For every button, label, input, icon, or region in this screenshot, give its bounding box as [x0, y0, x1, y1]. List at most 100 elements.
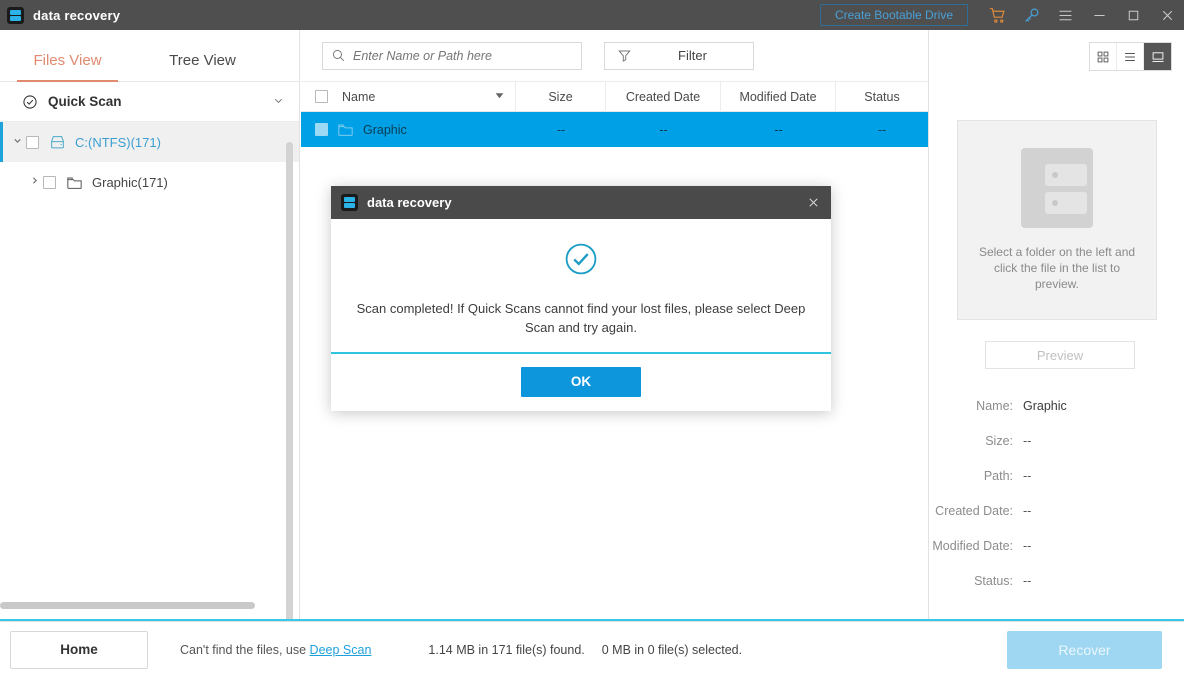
dialog-titlebar: data recovery [331, 186, 831, 219]
column-header-created-date[interactable]: Created Date [606, 82, 721, 112]
titlebar: data recovery Create Bootable Drive [0, 0, 1184, 30]
property-key: Modified Date: [930, 539, 1013, 553]
property-value: -- [1023, 469, 1031, 483]
bottom-bar: Home Can't find the files, use Deep Scan… [0, 621, 1184, 677]
titlebar-actions: Create Bootable Drive [820, 0, 1184, 30]
sidebar-item-label: Graphic(171) [92, 175, 168, 190]
sidebar-item-c-drive[interactable]: C:(NTFS)(171) [0, 122, 299, 162]
column-header-modified-date[interactable]: Modified Date [721, 82, 836, 112]
cart-icon[interactable] [980, 0, 1014, 30]
home-button[interactable]: Home [10, 631, 148, 669]
column-header-status[interactable]: Status [836, 82, 928, 112]
chevron-down-icon[interactable] [8, 135, 26, 149]
select-all-checkbox[interactable] [315, 90, 328, 103]
recover-button[interactable]: Recover [1007, 631, 1162, 669]
preview-button[interactable]: Preview [985, 341, 1135, 369]
minimize-icon[interactable] [1082, 0, 1116, 30]
sort-caret-icon[interactable] [494, 90, 505, 103]
sidebar-item-graphic[interactable]: Graphic(171) [0, 162, 299, 202]
property-path: Path: -- [930, 458, 1184, 493]
view-mode-group [1089, 42, 1172, 71]
cell-modified-date: -- [721, 112, 836, 147]
folder-icon [66, 175, 83, 190]
property-created-date: Created Date: -- [930, 493, 1184, 528]
quick-scan-label: Quick Scan [48, 94, 122, 109]
preview-placeholder-text: Select a folder on the left and click th… [972, 244, 1142, 292]
list-view-icon[interactable] [1117, 43, 1144, 70]
close-icon[interactable] [1150, 0, 1184, 30]
property-value: -- [1023, 539, 1031, 553]
cell-name: Graphic [301, 112, 516, 147]
create-bootable-drive-button[interactable]: Create Bootable Drive [820, 4, 968, 26]
hamburger-menu-icon[interactable] [1048, 0, 1082, 30]
sidebar-tabs: Files View Tree View [0, 30, 299, 82]
files-selected-stat: 0 MB in 0 file(s) selected. [602, 643, 742, 657]
row-name-label: Graphic [363, 123, 407, 137]
check-circle-icon [22, 94, 38, 110]
chevron-down-icon[interactable] [272, 94, 285, 110]
table-row[interactable]: Graphic -- -- -- -- [301, 112, 928, 147]
search-box[interactable] [322, 42, 582, 70]
deep-scan-hint-prefix: Can't find the files, use [180, 643, 310, 657]
column-header-size[interactable]: Size [516, 82, 606, 112]
cell-size: -- [516, 112, 606, 147]
quick-scan-header[interactable]: Quick Scan [0, 82, 299, 122]
detail-view-icon[interactable] [1144, 43, 1171, 70]
property-value: -- [1023, 574, 1031, 588]
property-status: Status: -- [930, 563, 1184, 598]
checkbox-c-drive[interactable] [26, 136, 39, 149]
property-name: Name: Graphic [930, 388, 1184, 423]
maximize-icon[interactable] [1116, 0, 1150, 30]
property-key: Path: [930, 469, 1013, 483]
cell-status: -- [836, 112, 928, 147]
funnel-icon [617, 48, 632, 63]
search-toolbar: Filter [301, 30, 928, 82]
sidebar: Files View Tree View Quick Scan [0, 30, 300, 621]
app-logo-icon [7, 7, 24, 24]
filter-label: Filter [632, 48, 753, 63]
search-input[interactable] [353, 49, 573, 63]
ok-button[interactable]: OK [521, 367, 641, 397]
property-modified-date: Modified Date: -- [930, 528, 1184, 563]
cell-created-date: -- [606, 112, 721, 147]
tab-files-view[interactable]: Files View [0, 52, 135, 81]
grid-view-icon[interactable] [1090, 43, 1117, 70]
file-table-header: Name Size Created Date Modified Date Sta… [301, 82, 928, 112]
dialog-message: Scan completed! If Quick Scans cannot fi… [346, 299, 816, 337]
close-icon[interactable] [795, 186, 831, 219]
folder-icon [337, 122, 354, 137]
dialog-body: Scan completed! If Quick Scans cannot fi… [331, 219, 831, 354]
column-header-name-label: Name [342, 90, 375, 104]
file-properties: Name: Graphic Size: -- Path: -- Created … [930, 388, 1184, 598]
property-value: -- [1023, 504, 1031, 518]
row-checkbox[interactable] [315, 123, 328, 136]
app-logo-placeholder-icon [1021, 148, 1093, 228]
sidebar-vertical-scrollbar[interactable] [286, 142, 293, 637]
check-circle-icon [563, 241, 599, 282]
property-key: Size: [930, 434, 1013, 448]
preview-placeholder: Select a folder on the left and click th… [957, 120, 1157, 320]
property-size: Size: -- [930, 423, 1184, 458]
app-logo-icon [341, 194, 358, 211]
tab-tree-view[interactable]: Tree View [135, 52, 270, 81]
property-value: Graphic [1023, 399, 1067, 413]
chevron-right-icon[interactable] [25, 175, 43, 189]
drive-icon [49, 135, 66, 150]
sidebar-item-label: C:(NTFS)(171) [75, 135, 161, 150]
filter-button[interactable]: Filter [604, 42, 754, 70]
deep-scan-link[interactable]: Deep Scan [310, 643, 372, 657]
dialog-footer: OK [331, 354, 831, 409]
key-icon[interactable] [1014, 0, 1048, 30]
property-key: Name: [930, 399, 1013, 413]
deep-scan-hint: Can't find the files, use Deep Scan [180, 643, 371, 657]
sidebar-horizontal-scrollbar[interactable] [0, 602, 255, 609]
search-icon [331, 48, 346, 63]
property-value: -- [1023, 434, 1031, 448]
property-key: Created Date: [930, 504, 1013, 518]
dialog-title: data recovery [367, 195, 452, 210]
column-header-name[interactable]: Name [301, 82, 516, 112]
checkbox-graphic[interactable] [43, 176, 56, 189]
app-window: data recovery Create Bootable Drive [0, 0, 1184, 677]
property-key: Status: [930, 574, 1013, 588]
preview-panel: Select a folder on the left and click th… [930, 30, 1184, 621]
